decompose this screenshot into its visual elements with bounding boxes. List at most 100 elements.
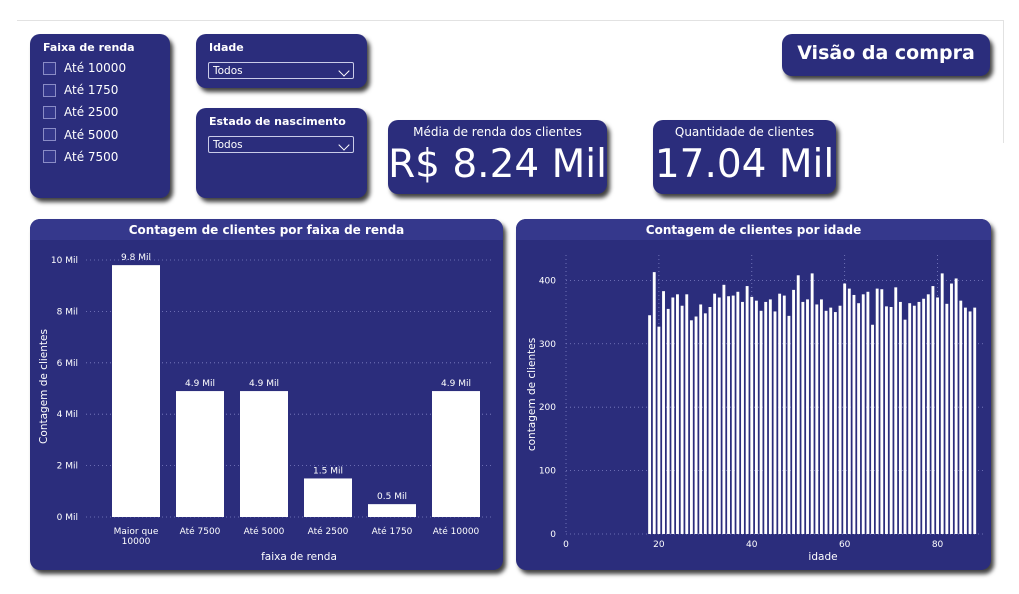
x-tick-label: 10000	[122, 537, 151, 547]
bar	[764, 301, 768, 534]
x-tick-label: 40	[746, 540, 758, 550]
x-axis-title: idade	[808, 551, 837, 563]
y-axis-title: Contagem de clientes	[38, 329, 50, 444]
bar	[973, 307, 977, 534]
bar	[931, 286, 935, 534]
bar	[898, 301, 902, 534]
page-title: Visão da compra	[797, 42, 975, 64]
y-tick-label: 0	[550, 530, 556, 540]
bar	[917, 301, 921, 534]
slicer-option-ate-5000[interactable]: Até 5000	[43, 124, 126, 146]
slicer-title: Idade	[209, 41, 244, 54]
bar	[866, 291, 870, 534]
x-tick-label: Maior que	[114, 527, 159, 537]
slicer-option-ate-1750[interactable]: Até 1750	[43, 79, 126, 101]
checkbox[interactable]	[43, 83, 56, 97]
bar	[894, 287, 898, 534]
bar	[759, 310, 763, 534]
slicer-option-ate-7500[interactable]: Até 7500	[43, 146, 126, 168]
y-tick-label: 10 Mil	[51, 256, 78, 266]
bar	[240, 391, 288, 517]
x-tick-label: 20	[653, 540, 665, 550]
x-tick-label: 0	[563, 540, 569, 550]
bar	[368, 504, 416, 517]
data-label: 4.9 Mil	[441, 379, 471, 389]
bar	[727, 296, 730, 534]
kpi-value: 17.04 Mil	[654, 142, 835, 187]
bar	[773, 311, 777, 534]
bar	[908, 303, 912, 534]
chart-faixa-de-renda[interactable]: Contagem de clientes por faixa de renda …	[30, 219, 503, 570]
y-tick-label: 400	[539, 276, 556, 286]
option-label: Até 10000	[64, 61, 127, 76]
bar	[703, 313, 707, 534]
chevron-down-icon[interactable]	[338, 65, 350, 77]
bar	[782, 295, 786, 534]
y-tick-label: 200	[539, 403, 556, 413]
slicer-title: Faixa de renda	[43, 41, 135, 54]
bar	[112, 265, 160, 517]
bar	[722, 284, 726, 534]
bar	[926, 294, 930, 534]
bar	[963, 307, 967, 534]
slicer-option-list: Até 10000 Até 1750 Até 2500 Até 5000 Até…	[43, 57, 126, 168]
data-label: 4.9 Mil	[249, 379, 279, 389]
idade-dropdown[interactable]: Todos	[208, 62, 354, 79]
bar	[847, 288, 851, 534]
checkbox[interactable]	[43, 150, 56, 164]
y-tick-label: 2 Mil	[57, 462, 78, 472]
bar	[861, 294, 865, 534]
bar	[875, 288, 879, 534]
bar	[736, 291, 740, 534]
option-label: Até 5000	[64, 127, 119, 142]
bar	[778, 293, 782, 534]
y-tick-label: 0 Mil	[57, 513, 78, 523]
kpi-quantidade-clientes-card: Quantidade de clientes 17.04 Mil	[653, 120, 836, 194]
bar	[731, 295, 735, 534]
bar	[936, 297, 939, 534]
dropdown-value: Todos	[213, 65, 243, 77]
bar	[694, 316, 698, 534]
data-label: 9.8 Mil	[121, 253, 151, 263]
bar	[838, 305, 842, 534]
bar	[820, 299, 823, 534]
bar	[745, 286, 749, 534]
idade-slicer: Idade Todos	[196, 34, 367, 88]
chart-idade[interactable]: Contagem de clientes por idade 0 100 200 30…	[516, 219, 991, 570]
bar	[676, 294, 679, 534]
bar	[815, 304, 819, 534]
bar	[843, 283, 847, 534]
option-label: Até 7500	[64, 149, 119, 164]
y-tick-label: 4 Mil	[57, 410, 78, 420]
y-tick-label: 6 Mil	[57, 359, 78, 369]
bar	[903, 319, 907, 534]
kpi-value: R$ 8.24 Mil	[388, 142, 607, 187]
bar	[741, 301, 744, 534]
idade-bar-chart: 0 100 200 300 400 0 20 40 60 80 idade contagem de c…	[526, 255, 984, 563]
checkbox[interactable]	[43, 105, 56, 119]
bar	[968, 311, 972, 534]
bar	[806, 299, 809, 534]
bar	[754, 300, 758, 534]
kpi-label: Média de renda dos clientes	[413, 125, 582, 139]
bar	[689, 320, 693, 534]
bar	[940, 273, 944, 534]
bar	[792, 289, 796, 534]
data-label: 0.5 Mil	[377, 492, 407, 502]
bar	[912, 305, 916, 534]
x-tick-label: Até 1750	[372, 526, 413, 537]
x-tick-label: 60	[839, 540, 851, 550]
chevron-down-icon[interactable]	[338, 139, 350, 151]
bar	[857, 303, 861, 534]
bar	[750, 296, 754, 534]
checkbox[interactable]	[43, 128, 56, 142]
bar	[810, 273, 814, 534]
checkbox[interactable]	[43, 61, 56, 75]
slicer-option-ate-10000[interactable]: Até 10000	[43, 57, 126, 79]
option-label: Até 2500	[64, 105, 119, 120]
y-tick-label: 8 Mil	[57, 307, 78, 317]
slicer-option-ate-2500[interactable]: Até 2500	[43, 101, 126, 123]
bar	[945, 303, 949, 534]
estado-dropdown[interactable]: Todos	[208, 136, 354, 153]
y-axis-title: contagem de clientes	[526, 338, 538, 451]
